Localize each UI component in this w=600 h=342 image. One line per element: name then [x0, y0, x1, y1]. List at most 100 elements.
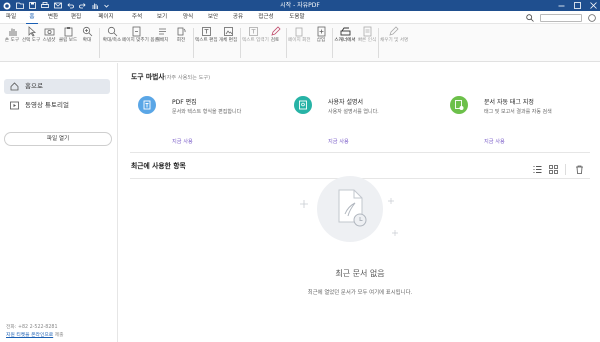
ribbon-label: 페이지 회전 — [288, 38, 311, 43]
cursor-icon — [28, 26, 36, 37]
menu-right-tools — [526, 13, 596, 22]
sidebar-item-tutorial[interactable]: 동영상 튜토리얼 — [4, 98, 110, 113]
tool-card-user-guide[interactable]: 사용자 설명서 사용자 설명서를 엽니다. 지금 사용 — [294, 96, 434, 148]
window-controls — [558, 1, 597, 10]
menu-form[interactable]: 양식 — [178, 11, 198, 24]
zoom-in-button[interactable]: 확대 — [76, 26, 98, 60]
tool-name: 사용자 설명서 — [328, 99, 364, 106]
tool-use-now-link[interactable]: 지금 사용 — [172, 138, 193, 145]
sparkle-icon — [392, 230, 398, 236]
rotate-button[interactable]: 회전 — [170, 26, 192, 60]
menu-annotate[interactable]: 주석 — [127, 11, 147, 24]
menu-file[interactable]: 파일 — [2, 11, 20, 24]
ribbon-label: 삽입 — [316, 38, 326, 43]
tool-description: 문서와 텍스트 형식을 편집합니다 — [172, 109, 242, 115]
ribbon-label: 텍스트 편집 — [195, 38, 218, 43]
section-divider — [130, 152, 590, 153]
clipboard-icon — [64, 27, 72, 37]
tool-use-now-link[interactable]: 지금 사용 — [484, 138, 505, 145]
account-icon[interactable] — [588, 13, 596, 22]
reflow-icon — [158, 28, 166, 35]
insert-button[interactable]: 삽입 — [310, 26, 332, 60]
list-view-icon[interactable] — [533, 165, 542, 174]
fit-page-button[interactable]: 페이지 맞추기 옵션 — [122, 26, 159, 60]
ribbon-label: 개체 편집 — [218, 38, 238, 43]
menu-edit[interactable]: 편집 — [66, 11, 86, 24]
close-icon[interactable] — [590, 2, 597, 9]
pen-icon — [388, 26, 399, 36]
pdf-edit-icon — [138, 96, 156, 114]
title-bar: 시작 - 자유PDF — [0, 0, 600, 11]
search-icon[interactable] — [526, 13, 534, 22]
support-ticket-link[interactable]: 지원 티켓을 온라인으로 — [6, 333, 53, 338]
user-guide-icon — [294, 96, 312, 114]
support-phone: 전화: +82 2-522-8281 — [6, 325, 58, 330]
ribbon-label: 텍스트 입력기 — [242, 38, 269, 43]
scanner-icon — [340, 27, 350, 36]
tools-section-title: 도구 마법사(자주 사용되는 도구) — [131, 71, 210, 81]
menu-accessibility[interactable]: 접근성 — [253, 11, 279, 24]
sidebar-item-label: 홈으로 — [25, 82, 43, 90]
toolbar-divider — [565, 164, 566, 175]
search-input[interactable] — [540, 13, 582, 22]
review-icon — [270, 26, 281, 36]
tool-card-auto-tag[interactable]: 문서 자동 태그 지정 태그 및 보고서 결과를 자동 검색 지금 사용 — [450, 96, 595, 148]
edit-object-icon — [223, 27, 233, 36]
typewriter-icon — [248, 27, 258, 36]
ribbon-separator — [240, 28, 241, 58]
open-file-button[interactable]: 파일 열기 — [4, 132, 112, 146]
edit-text-icon — [201, 27, 211, 36]
window-title: 시작 - 자유PDF — [280, 2, 320, 9]
tool-name: 문서 자동 태그 지정 — [484, 99, 534, 106]
trash-icon[interactable] — [575, 165, 584, 174]
empty-state-description: 최근에 열었던 문서가 모두 여기에 표시됩니다. — [307, 290, 413, 296]
edit-text-button[interactable]: 텍스트 편집 — [195, 26, 218, 60]
page-rotate-icon — [295, 27, 302, 37]
page-rotate-button[interactable]: 페이지 회전 — [288, 26, 311, 60]
tool-card-pdf-edit[interactable]: PDF 편집 문서와 텍스트 형식을 편집합니다 지금 사용 — [138, 96, 278, 148]
menu-help[interactable]: 도움말 — [284, 11, 310, 24]
ribbon-label: 스캐너에서 — [334, 38, 356, 43]
menu-share[interactable]: 공유 — [228, 11, 248, 24]
maximize-icon[interactable] — [574, 2, 581, 9]
sidebar-item-label: 동영상 튜토리얼 — [25, 101, 69, 109]
zoom-button[interactable]: 확대/축소 — [101, 26, 123, 60]
sidebar-item-home[interactable]: 홈으로 — [4, 79, 110, 94]
review-button[interactable]: 검토 — [264, 26, 286, 60]
video-icon — [10, 101, 19, 110]
camera-icon — [44, 28, 54, 36]
minimize-icon[interactable] — [558, 2, 565, 9]
zoom-icon — [107, 26, 117, 37]
grid-view-icon[interactable] — [549, 165, 558, 174]
ribbon-separator — [193, 28, 194, 58]
tools-subtitle: (자주 사용되는 도구) — [164, 75, 211, 81]
no-document-icon — [338, 189, 367, 227]
menu-security[interactable]: 보안 — [203, 11, 223, 24]
fill-sign-button[interactable]: 채우기 및 서명 — [380, 26, 408, 60]
tools-title: 도구 마법사 — [131, 73, 165, 81]
ribbon-separator — [378, 28, 379, 58]
menu-view[interactable]: 보기 — [152, 11, 172, 24]
ribbon-toolbar: 손 도구 선택 도구 스냅샷 클립 보드 확대 확대/축소 페이지 맞추기 옵션 — [0, 24, 600, 62]
typewriter-button[interactable]: 텍스트 입력기 — [242, 26, 269, 60]
menu-page[interactable]: 페이지 — [93, 11, 119, 24]
insert-page-icon — [317, 26, 325, 37]
empty-state-illustration — [317, 176, 383, 242]
recent-section-title: 최근에 사용한 항목 — [131, 162, 186, 170]
empty-state-title: 최근 문서 없음 — [335, 269, 385, 278]
quick-ocr-button[interactable]: 빠른 인식 — [356, 26, 378, 60]
tool-use-now-link[interactable]: 지금 사용 — [328, 138, 349, 145]
ribbon-label: 확대/축소 — [102, 38, 122, 43]
auto-tag-icon — [450, 96, 468, 114]
menu-bar: 파일 홈 변환 편집 페이지 주석 보기 양식 보안 공유 접근성 도움말 — [0, 11, 600, 24]
ribbon-label: 회전 — [176, 38, 186, 43]
app-window: 시작 - 자유PDF 파일 홈 변환 편집 페이지 주석 보기 양식 보안 공유… — [0, 0, 600, 342]
ocr-icon — [363, 26, 371, 37]
from-scanner-button[interactable]: 스캐너에서 — [334, 26, 356, 60]
menu-home[interactable]: 홈 — [24, 11, 40, 24]
hand-icon — [9, 28, 16, 36]
sparkle-icon — [388, 198, 394, 204]
tool-description: 사용자 설명서를 엽니다. — [328, 109, 379, 115]
menu-convert[interactable]: 변환 — [43, 11, 63, 24]
edit-object-button[interactable]: 개체 편집 — [217, 26, 239, 60]
